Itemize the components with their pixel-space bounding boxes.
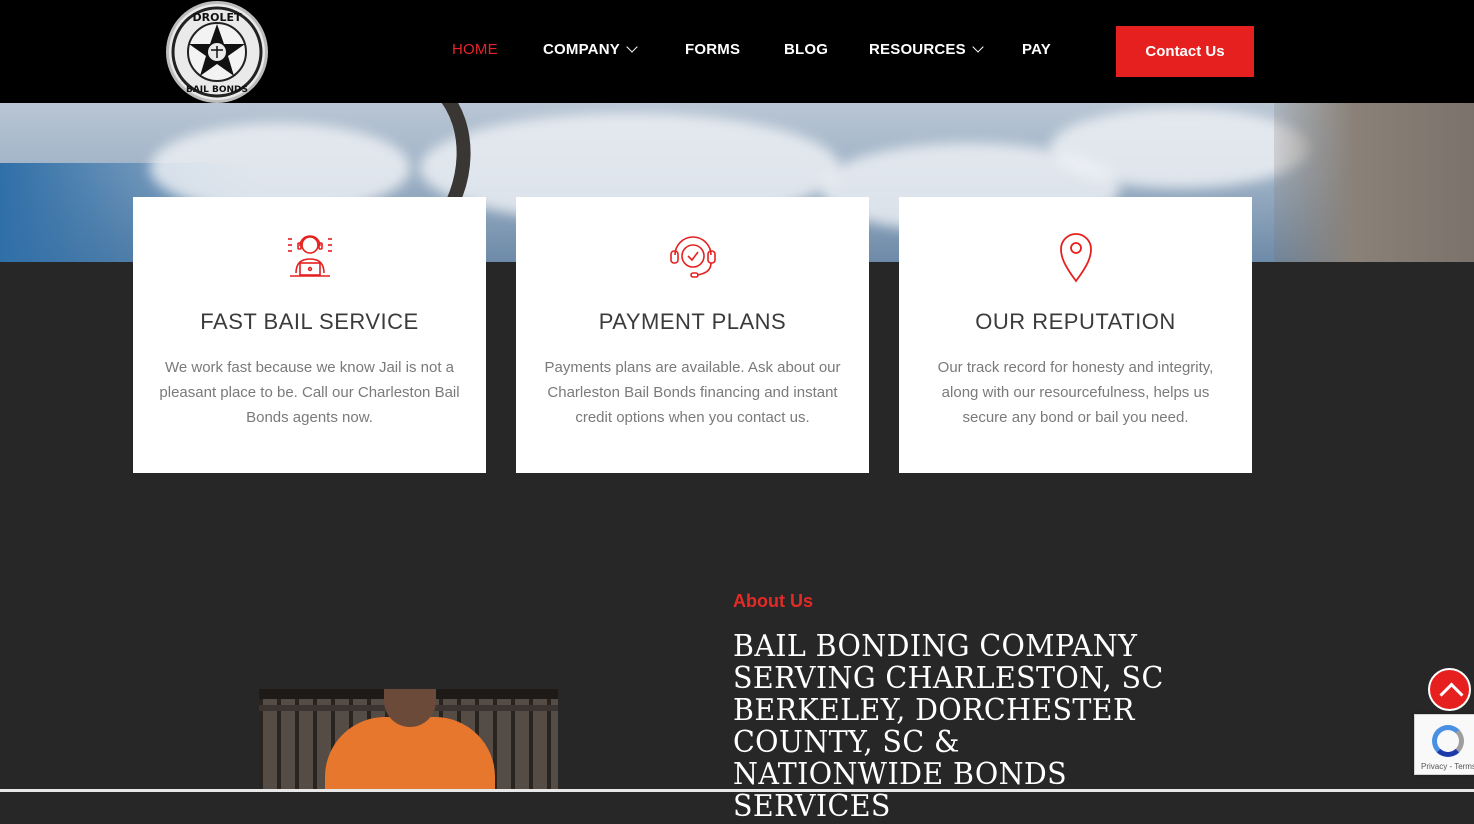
feature-title: OUR REPUTATION: [975, 309, 1176, 334]
nav-forms[interactable]: FORMS: [685, 41, 740, 58]
feature-card-reputation: OUR REPUTATION Our track record for hone…: [899, 197, 1252, 473]
about-image-inmate: [259, 689, 558, 792]
nav-pay-label: PAY: [1022, 41, 1051, 58]
recaptcha-links[interactable]: Privacy - Terms: [1421, 762, 1474, 771]
chevron-down-icon: [972, 41, 984, 53]
feature-title: PAYMENT PLANS: [598, 309, 787, 334]
hero-person-shirt: [1274, 103, 1474, 262]
about-us-label: About Us: [733, 591, 813, 611]
nav-home-label: HOME: [452, 41, 498, 58]
map-pin-icon: [1059, 233, 1092, 283]
nav-company-label: COMPANY: [543, 41, 620, 58]
svg-text:DROLET: DROLET: [193, 11, 242, 24]
feature-card-fast-bail: FAST BAIL SERVICE We work fast because w…: [133, 197, 486, 473]
about-heading: BAIL BONDING COMPANY SERVING CHARLESTON,…: [733, 629, 1164, 824]
nav-forms-label: FORMS: [685, 41, 741, 58]
chevron-down-icon: [626, 41, 638, 53]
feature-description: We work fast because we know Jail is not…: [159, 359, 460, 426]
site-logo[interactable]: DROLET BAIL BONDS: [166, 1, 268, 103]
nav-blog-label: BLOG: [784, 41, 829, 58]
nav-resources-label: RESOURCES: [869, 41, 966, 58]
feature-description: Our track record for honesty and integri…: [937, 359, 1214, 426]
svg-text:BAIL BONDS: BAIL BONDS: [186, 85, 248, 95]
recaptcha-icon: [1432, 725, 1464, 757]
nav-company[interactable]: COMPANY: [543, 41, 638, 58]
cloud: [1050, 108, 1310, 188]
recaptcha-badge[interactable]: Privacy - Terms: [1414, 714, 1474, 775]
headset-clock-icon: [669, 236, 716, 278]
nav-resources[interactable]: RESOURCES: [869, 41, 984, 58]
nav-home[interactable]: HOME: [452, 41, 498, 58]
feature-title: FAST BAIL SERVICE: [200, 309, 419, 334]
sheriff-star-icon: DROLET BAIL BONDS: [171, 6, 263, 98]
nav-pay[interactable]: PAY: [1022, 41, 1051, 58]
nav-blog[interactable]: BLOG: [784, 41, 828, 58]
agent-headset-laptop-icon: [287, 235, 332, 277]
contact-us-button[interactable]: Contact Us: [1116, 26, 1254, 77]
feature-description: Payments plans are available. Ask about …: [544, 359, 841, 426]
site-header: DROLET BAIL BONDS HOME COMPANY FORMS BLO…: [0, 0, 1474, 103]
feature-card-payment-plans: PAYMENT PLANS Payments plans are availab…: [516, 197, 869, 473]
inmate-figure: [325, 717, 495, 792]
scroll-to-top-button[interactable]: [1428, 668, 1471, 711]
